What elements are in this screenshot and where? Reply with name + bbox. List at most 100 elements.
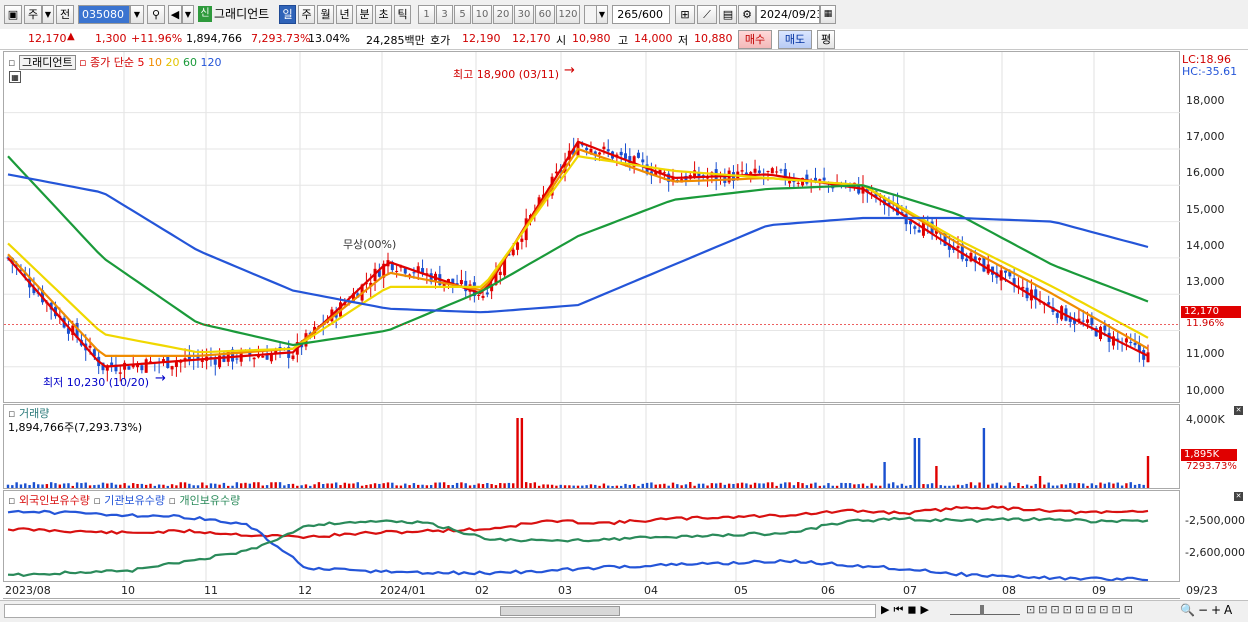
volume-bar [719,482,722,488]
interval-3-button[interactable]: 3 [436,5,453,24]
save-icon[interactable]: ▤ [719,5,737,24]
interval-dropdown-icon[interactable]: ▼ [596,5,608,24]
volume-bar [637,485,640,488]
volume-bar [1043,484,1046,488]
period-week-button[interactable]: 주 [298,5,315,24]
candle-body [766,170,770,172]
current-pct-tag: 11.96% [1186,318,1225,329]
zoom-slider-handle[interactable] [980,605,984,615]
candle-body [744,172,748,175]
chart-type-icon[interactable]: ⊞ [675,5,695,24]
period-day-button[interactable]: 일 [279,5,296,24]
search-icon[interactable]: ⚲ [147,5,165,24]
ma10-label: 10 [148,56,163,69]
interval-120-button[interactable]: 120 [556,5,580,24]
volume-bar [1090,483,1094,488]
period-tick-button[interactable]: 틱 [394,5,411,24]
interval-20-button[interactable]: 20 [493,5,513,24]
volume-bar [425,485,429,488]
zoom-icons[interactable]: 🔍−+A [1180,603,1235,617]
interval-5-button[interactable]: 5 [454,5,471,24]
volume-bar [438,482,442,488]
period-year-button[interactable]: 년 [336,5,353,24]
x-tick: 06 [821,584,835,597]
scrollbar-thumb[interactable] [500,606,620,616]
period-month-button[interactable]: 월 [317,5,334,24]
sell-button[interactable]: 매도 [778,30,812,49]
x-tick: 10 [121,584,135,597]
volume-bar [594,484,597,488]
volume-bar [322,484,325,488]
panel-stock-name[interactable]: 그래디언트 [18,55,76,70]
prev-button[interactable]: 전 [56,5,74,24]
volume-bar [745,483,748,488]
volume-bar [291,483,295,488]
calendar-icon[interactable]: ▦ [820,5,836,24]
interval-1-button[interactable]: 1 [418,5,435,24]
volume-bar [481,484,485,488]
data-count-value: 265 [617,8,639,21]
volume-bar [140,483,144,488]
candle-body [170,366,174,370]
interval-10-button[interactable]: 10 [472,5,492,24]
volume-chart-canvas[interactable] [4,405,1180,488]
volume-bar [49,482,53,488]
calculator-icon[interactable]: ▦ [9,71,21,83]
close-icon[interactable]: ✕ [1234,492,1243,501]
chart-scrollbar[interactable] [4,604,876,618]
volume-bar [477,483,480,488]
volume-bar [537,485,541,488]
price-chart-canvas[interactable] [4,52,1180,402]
y-tick: 15,000 [1186,203,1225,216]
volume-bar [360,485,364,488]
volume-bar [37,484,40,488]
mode-dropdown-icon[interactable]: ▼ [42,5,54,24]
volume-bar [753,482,757,488]
window-menu-icon[interactable]: ▣ [4,5,22,24]
draw-tool-icon[interactable]: ⟋ [697,5,717,24]
candle-body [917,229,921,233]
close-icon[interactable]: ✕ [1234,406,1243,415]
volume-bar [257,482,260,488]
mode-button[interactable]: 주 [24,5,42,24]
candle-body [511,249,515,256]
volume-bar [555,485,558,488]
zoom-slider[interactable] [950,605,1020,615]
volume-bar [641,483,644,488]
y-tick: 13,000 [1186,275,1225,288]
candle-body [252,357,256,360]
volume-bar [827,483,830,488]
interval-30-button[interactable]: 30 [514,5,534,24]
footer-tool-icons[interactable]: ⊡⊡⊡⊡⊡⊡⊡⊡⊡ [1026,603,1136,616]
individual-holding-label: 개인보유수량 [179,494,241,507]
data-count-field[interactable]: 265/600 [612,5,670,24]
volume-bar [1004,485,1007,488]
speaker-dropdown-icon[interactable]: ▼ [182,5,194,24]
candle-body [1133,342,1137,346]
volume-bar [1086,485,1089,488]
volume-bar [974,485,977,488]
interval-60-button[interactable]: 60 [535,5,555,24]
volume-bar [645,482,649,488]
buy-button[interactable]: 매수 [738,30,772,49]
volume-bar [252,482,256,488]
date-input[interactable]: 2024/09/23 [756,5,820,24]
volume-bar [188,483,191,488]
candle-body [636,152,640,158]
volume-bar [149,483,152,488]
playback-controls[interactable]: ▶⏮◼▶ [881,603,933,617]
candle-body [822,177,826,181]
period-minute-button[interactable]: 분 [356,5,373,24]
volume-bar [227,485,230,488]
period-second-button[interactable]: 초 [375,5,392,24]
speaker-icon[interactable]: ◀ [168,5,182,24]
volume-bar [429,485,433,488]
volume-bar [749,484,752,488]
code-dropdown-icon[interactable]: ▼ [130,5,144,24]
gear-icon[interactable]: ⚙ [738,5,756,24]
stock-code-input[interactable]: 035080 [78,5,130,24]
hc-value: HC:-35.61 [1182,65,1238,78]
volume-bar [943,485,947,488]
volume-bar [1099,482,1102,488]
eval-button[interactable]: 평 [817,30,835,49]
